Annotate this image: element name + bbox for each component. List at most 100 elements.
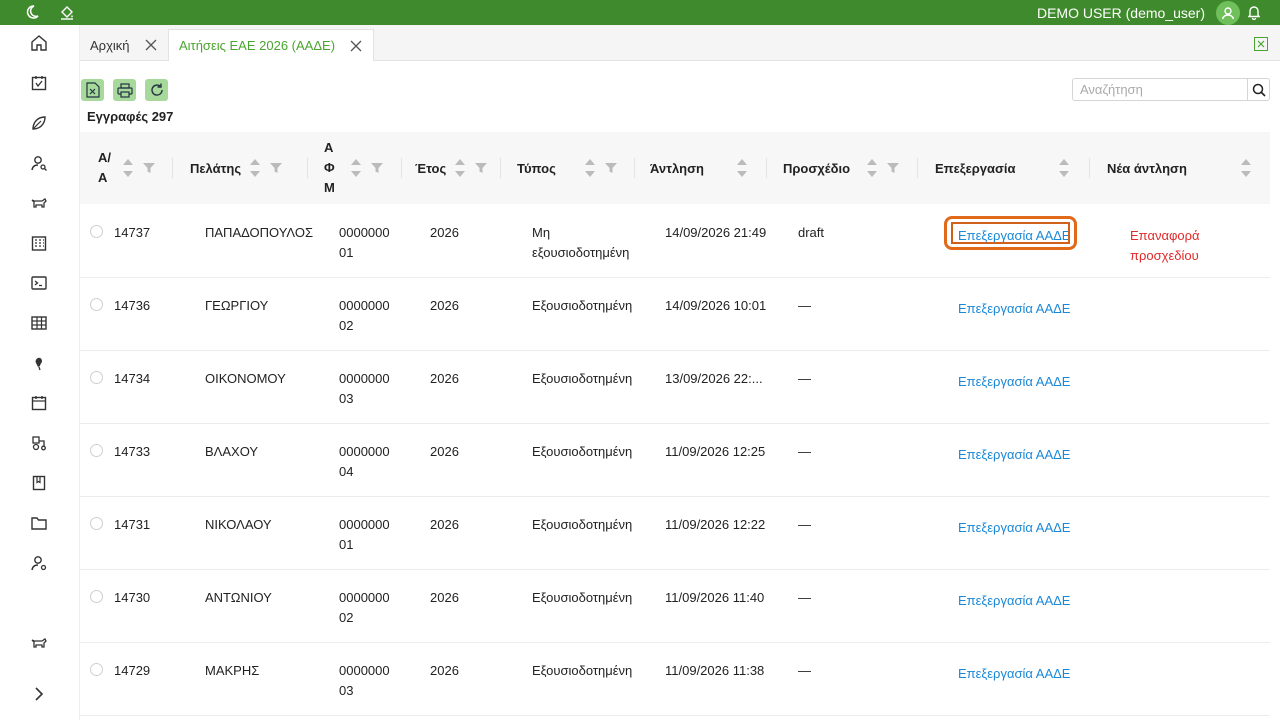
column-type[interactable]: Τύπος xyxy=(517,132,635,204)
edit-aade-link[interactable]: Επεξεργασία ΑΑΔΕ xyxy=(958,445,1070,465)
afm-line-2: 02 xyxy=(339,610,354,625)
cell-afm: 0000000 01 xyxy=(339,223,390,263)
edit-aade-link[interactable]: Επεξεργασία ΑΑΔΕ xyxy=(958,664,1070,684)
table-icon[interactable] xyxy=(28,312,50,334)
afm-line-2: 04 xyxy=(339,464,354,479)
user-search-icon[interactable] xyxy=(28,152,50,174)
filter-icon[interactable] xyxy=(604,162,618,174)
close-icon[interactable] xyxy=(349,39,363,53)
sort-icon[interactable] xyxy=(454,157,466,179)
type-line-1: Μη xyxy=(532,225,551,240)
afm-line-2: 01 xyxy=(339,537,354,552)
refresh-button[interactable] xyxy=(145,79,168,101)
sort-icon[interactable] xyxy=(1058,157,1070,179)
cell-aa: 14731 xyxy=(114,517,151,532)
sort-icon[interactable] xyxy=(736,157,748,179)
cell-afm: 0000000 01 xyxy=(339,515,390,555)
bug-icon[interactable] xyxy=(28,352,50,374)
cell-year: 2026 xyxy=(430,517,459,532)
terminal-icon[interactable] xyxy=(28,272,50,294)
table-row[interactable]: 14730 ΑΝΤΩΝΙΟΥ 0000000 02 2026 Εξουσιοδοτημέν… xyxy=(80,570,1270,643)
filter-icon[interactable] xyxy=(370,162,384,174)
user-gear-icon[interactable] xyxy=(28,552,50,574)
table-row[interactable]: 14737 ΠΑΠΑΔΟΠΟΥΛΟΣ 0000000 01 2026 Μη εξουσιοδ… xyxy=(80,205,1270,278)
column-new-fetch[interactable]: Νέα άντληση xyxy=(1107,132,1257,204)
column-aa[interactable]: Α/Α xyxy=(98,132,173,204)
row-select-radio[interactable] xyxy=(90,298,103,311)
calendar-check-icon[interactable] xyxy=(28,72,50,94)
sort-icon[interactable] xyxy=(1240,157,1252,179)
cow-icon-2[interactable] xyxy=(28,632,50,654)
leaf-icon[interactable] xyxy=(28,112,50,134)
avatar[interactable] xyxy=(1216,1,1240,25)
column-draft[interactable]: Προσχέδιο xyxy=(783,132,918,204)
refresh-icon xyxy=(150,83,163,96)
chevron-right-icon[interactable] xyxy=(28,683,50,705)
close-icon[interactable] xyxy=(144,38,158,52)
cell-fetch: 14/09/2026 21:49 xyxy=(665,225,767,240)
cell-afm: 0000000 03 xyxy=(339,369,390,409)
table-row[interactable]: 14734 ΟΙΚΟΝΟΜΟΥ 0000000 03 2026 Εξουσιοδοτημέ… xyxy=(80,351,1270,424)
search-input[interactable] xyxy=(1073,79,1247,100)
afm-line-1: 0000000 xyxy=(339,444,390,459)
search-box xyxy=(1072,78,1270,101)
column-year[interactable]: Έτος xyxy=(415,132,501,204)
row-select-radio[interactable] xyxy=(90,590,103,603)
calendar-icon[interactable] xyxy=(28,392,50,414)
row-select-radio[interactable] xyxy=(90,444,103,457)
afm-line-1: 0000000 xyxy=(339,590,390,605)
row-select-radio[interactable] xyxy=(90,371,103,384)
table-row[interactable]: 14731 ΝΙΚΟΛΑΟΥ 0000000 01 2026 Εξουσιοδοτημέν… xyxy=(80,497,1270,570)
sort-icon[interactable] xyxy=(866,157,878,179)
cow-icon[interactable] xyxy=(28,192,50,214)
cell-type: Μη εξουσιοδοτημένη xyxy=(532,223,629,263)
cell-draft: — xyxy=(798,298,811,313)
column-afm[interactable]: ΑΦΜ xyxy=(324,132,402,204)
cell-type: Εξουσιοδοτημένη xyxy=(532,296,632,316)
edit-aade-link[interactable]: Επεξεργασία ΑΑΔΕ xyxy=(958,372,1070,392)
excel-export-button[interactable] xyxy=(81,79,104,101)
close-all-tabs-icon[interactable] xyxy=(1254,37,1268,51)
tab-aade-applications[interactable]: Αιτήσεις ΕΑΕ 2026 (ΑΑΔΕ) xyxy=(168,29,375,61)
cell-year: 2026 xyxy=(430,225,459,240)
tractor-icon[interactable] xyxy=(28,432,50,454)
folder-icon[interactable] xyxy=(28,512,50,534)
search-icon[interactable] xyxy=(1247,79,1269,100)
column-edit[interactable]: Επεξεργασία xyxy=(935,132,1090,204)
table-row[interactable]: 14733 ΒΛΑΧΟΥ 0000000 04 2026 Εξουσιοδοτημένη 1… xyxy=(80,424,1270,497)
row-select-radio[interactable] xyxy=(90,225,103,238)
type-line-2: εξουσιοδοτημένη xyxy=(532,245,630,260)
sort-icon[interactable] xyxy=(350,157,362,179)
cell-aa: 14730 xyxy=(114,590,151,605)
edit-aade-link[interactable]: Επεξεργασία ΑΑΔΕ xyxy=(958,299,1070,319)
bell-icon[interactable] xyxy=(1244,2,1264,22)
table-header: Α/Α Πελάτης ΑΦΜ Έτος Τύπος Άντληση Προσχ… xyxy=(80,132,1270,204)
column-client[interactable]: Πελάτης xyxy=(190,132,308,204)
row-select-radio[interactable] xyxy=(90,517,103,530)
book-icon[interactable] xyxy=(28,472,50,494)
restore-draft-link[interactable]: Επαναφορά προσχεδίου xyxy=(1130,226,1270,266)
column-label: Επεξεργασία xyxy=(935,160,1016,176)
building-icon[interactable] xyxy=(28,232,50,254)
moon-icon[interactable] xyxy=(22,2,42,22)
tab-home[interactable]: Αρχική xyxy=(80,29,168,61)
table-row[interactable]: 14729 ΜΑΚΡΗΣ 0000000 03 2026 Εξουσιοδοτημένη 1… xyxy=(80,643,1270,716)
print-button[interactable] xyxy=(113,79,136,101)
paint-bucket-icon[interactable] xyxy=(57,2,77,22)
user-name[interactable]: DEMO USER (demo_user) xyxy=(1037,5,1205,21)
edit-aade-link[interactable]: Επεξεργασία ΑΑΔΕ xyxy=(958,591,1070,611)
filter-icon[interactable] xyxy=(269,162,283,174)
filter-icon[interactable] xyxy=(474,162,488,174)
excel-export-icon xyxy=(85,82,100,98)
sort-icon[interactable] xyxy=(249,157,261,179)
edit-aade-link[interactable]: Επεξεργασία ΑΑΔΕ xyxy=(958,518,1070,538)
sort-icon[interactable] xyxy=(122,157,134,179)
row-select-radio[interactable] xyxy=(90,663,103,676)
sort-icon[interactable] xyxy=(584,157,596,179)
column-label: Πελάτης xyxy=(190,160,242,176)
home-icon[interactable] xyxy=(28,32,50,54)
column-fetch[interactable]: Άντληση xyxy=(650,132,767,204)
filter-icon[interactable] xyxy=(886,162,900,174)
filter-icon[interactable] xyxy=(142,162,156,174)
table-row[interactable]: 14736 ΓΕΩΡΓΙΟΥ 0000000 02 2026 Εξουσιοδοτημέν… xyxy=(80,278,1270,351)
